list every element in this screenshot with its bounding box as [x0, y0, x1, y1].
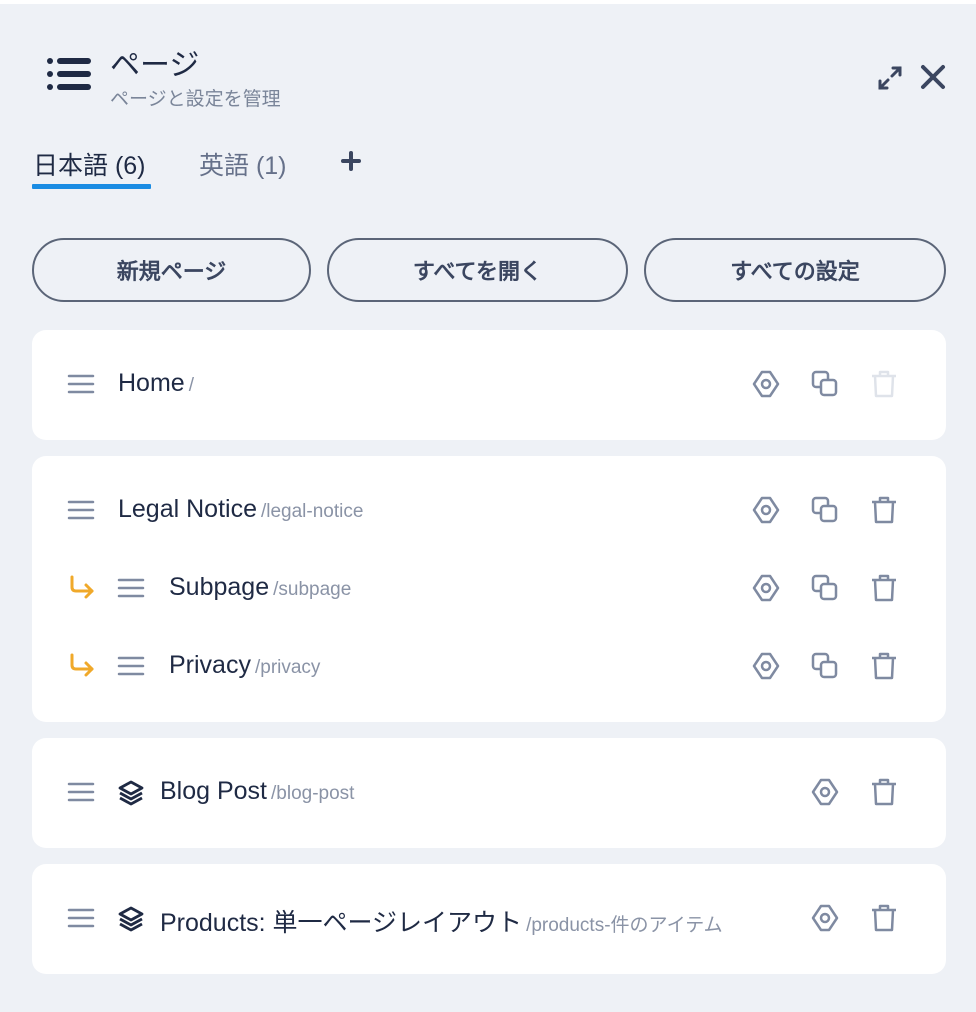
drag-handle-icon[interactable]	[67, 781, 95, 803]
pages-panel: ページ ページと設定を管理 日本語 (6) 英語 (1) 新規ページ すべてを開…	[0, 4, 976, 1012]
drag-handle-icon[interactable]	[67, 373, 95, 395]
page-slug: /legal-notice	[260, 501, 364, 522]
list-item[interactable]: Products: 単一ページレイアウト/products-件のアイテム	[32, 889, 946, 949]
open-all-button[interactable]: すべてを開く	[327, 238, 628, 302]
drag-handle-icon[interactable]	[117, 655, 145, 677]
page-title[interactable]: Blog Post	[160, 777, 267, 805]
page-slug: /	[188, 375, 194, 396]
new-page-button[interactable]: 新規ページ	[32, 238, 311, 302]
layers-icon	[118, 780, 144, 806]
active-tab-indicator	[32, 184, 151, 189]
page-title[interactable]: Privacy	[169, 651, 251, 679]
duplicate-icon[interactable]	[810, 573, 840, 603]
trash-icon	[872, 370, 896, 398]
gear-icon[interactable]	[810, 777, 840, 807]
expand-icon[interactable]	[876, 64, 904, 92]
page-slug: /privacy	[254, 657, 321, 678]
panel-title: ページ	[110, 49, 200, 82]
drag-handle-icon[interactable]	[67, 499, 95, 521]
all-settings-button[interactable]: すべての設定	[644, 238, 946, 302]
page-slug: /subpage	[273, 579, 352, 600]
drag-handle-icon[interactable]	[67, 907, 95, 929]
trash-icon[interactable]	[869, 495, 899, 525]
gear-icon[interactable]	[751, 495, 781, 525]
list-item[interactable]: Legal Notice/legal-notice	[32, 481, 946, 541]
drag-handle-icon[interactable]	[117, 577, 145, 599]
trash-icon[interactable]	[869, 777, 899, 807]
trash-icon[interactable]	[869, 651, 899, 681]
gear-icon[interactable]	[751, 369, 781, 399]
child-arrow-icon	[70, 653, 94, 677]
panel-subtitle: ページと設定を管理	[110, 89, 281, 110]
list-item[interactable]: Privacy/privacy	[32, 637, 946, 697]
trash-icon[interactable]	[869, 903, 899, 933]
trash-icon[interactable]	[869, 573, 899, 603]
gear-icon[interactable]	[810, 903, 840, 933]
page-title[interactable]: Legal Notice	[118, 495, 257, 523]
page-slug: /blog-post	[271, 783, 355, 804]
list-item[interactable]: Subpage/subpage	[32, 559, 946, 619]
duplicate-icon[interactable]	[810, 495, 840, 525]
page-title[interactable]: Products: 単一ページレイアウト	[160, 909, 522, 937]
tab-english[interactable]: 英語 (1)	[199, 146, 287, 182]
gear-icon[interactable]	[751, 651, 781, 681]
page-slug: /products-件のアイテム	[526, 915, 723, 936]
duplicate-icon[interactable]	[810, 651, 840, 681]
page-title[interactable]: Home	[118, 369, 185, 397]
page-title[interactable]: Subpage	[169, 573, 269, 601]
gear-icon[interactable]	[751, 573, 781, 603]
close-icon[interactable]	[918, 62, 948, 92]
layers-icon	[118, 906, 144, 932]
tab-japanese[interactable]: 日本語 (6)	[33, 146, 146, 182]
plus-icon[interactable]	[339, 149, 363, 173]
child-arrow-icon	[70, 575, 94, 599]
list-icon	[47, 58, 91, 90]
duplicate-icon[interactable]	[810, 369, 840, 399]
list-item[interactable]: Blog Post/blog-post	[32, 763, 946, 823]
list-item[interactable]: Home /	[32, 355, 946, 415]
